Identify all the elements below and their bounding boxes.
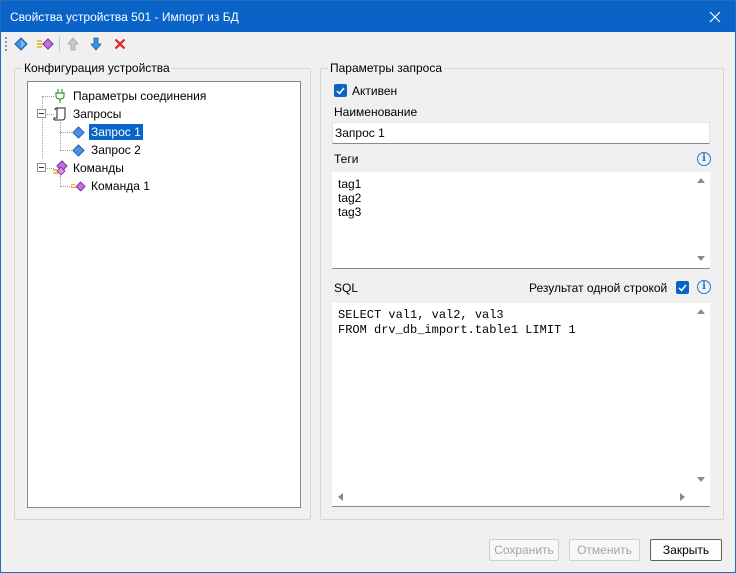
tree-line	[60, 176, 61, 186]
tree-item-queries[interactable]: Запросы	[52, 105, 123, 123]
name-label: Наименование	[334, 105, 418, 119]
collapse-commands-toggle[interactable]	[37, 163, 46, 172]
tree-item-label: Команды	[73, 161, 124, 175]
plug-icon	[52, 88, 68, 104]
single-row-checkbox[interactable]	[676, 281, 689, 294]
tree-item-commands[interactable]: Команды	[52, 159, 126, 177]
tree-item-label: Параметры соединения	[73, 89, 207, 103]
sql-vertical-scrollbar[interactable]	[693, 303, 710, 489]
tags-text: tag1 tag2 tag3	[338, 177, 362, 219]
tree-item-query-1[interactable]: Запрос 1	[70, 123, 143, 141]
toolbar-separator	[59, 36, 60, 52]
tags-info-icon[interactable]: i	[697, 152, 711, 166]
toolbar-grip	[5, 37, 7, 51]
commands-icon	[52, 160, 68, 176]
window-title: Свойства устройства 501 - Импорт из БД	[10, 10, 239, 24]
single-row-label: Результат одной строкой	[529, 281, 668, 295]
title-bar: Свойства устройства 501 - Импорт из БД	[1, 1, 735, 32]
add-command-button[interactable]	[36, 35, 54, 53]
purple-diamond-icon	[37, 38, 54, 50]
tree-item-label: Запросы	[73, 107, 122, 121]
checkmark-icon	[336, 87, 345, 95]
sql-label: SQL	[334, 281, 359, 295]
tags-vertical-scrollbar[interactable]	[693, 172, 710, 268]
blue-diamond-icon	[14, 37, 28, 51]
delete-button[interactable]	[111, 35, 129, 53]
purple-diamond-icon	[70, 178, 86, 194]
tree-item-label: Запрос 2	[91, 143, 141, 157]
move-up-button[interactable]	[64, 35, 82, 53]
add-query-button[interactable]	[12, 35, 30, 53]
cancel-button[interactable]: Отменить	[569, 539, 640, 561]
close-icon	[709, 11, 721, 22]
tree-item-label: Запрос 1	[89, 124, 143, 140]
config-group: Конфигурация устройства Параметры соедин…	[14, 61, 311, 520]
scroll-left-arrow-icon[interactable]	[338, 493, 343, 501]
toolbar	[1, 32, 735, 56]
close-button[interactable]: Закрыть	[650, 539, 722, 561]
dialog-window: Свойства устройства 501 - Импорт из БД К…	[0, 0, 736, 573]
arrow-up-icon	[67, 37, 79, 51]
query-params-group-label: Параметры запроса	[328, 61, 444, 75]
query-params-group: Параметры запроса Активен Наименование З…	[320, 61, 724, 520]
active-label: Активен	[352, 84, 398, 98]
tree-item-query-2[interactable]: Запрос 2	[70, 141, 143, 159]
config-group-label: Конфигурация устройства	[22, 61, 172, 75]
scroll-down-arrow-icon[interactable]	[697, 477, 705, 482]
tree-item-command-1[interactable]: Команда 1	[70, 177, 152, 195]
script-icon	[52, 106, 68, 122]
tags-textarea[interactable]: tag1 tag2 tag3	[332, 172, 710, 269]
active-checkbox[interactable]	[334, 84, 347, 97]
blue-diamond-icon	[70, 124, 86, 140]
name-input[interactable]: Запрос 1	[332, 122, 710, 144]
sql-info-icon[interactable]: i	[697, 280, 711, 294]
blue-diamond-icon	[70, 142, 86, 158]
tree-line	[42, 96, 43, 158]
scroll-up-arrow-icon[interactable]	[697, 178, 705, 183]
close-window-button[interactable]	[695, 1, 735, 32]
delete-x-icon	[114, 38, 126, 50]
sql-text: SELECT val1, val2, val3 FROM drv_db_impo…	[338, 308, 576, 337]
tree-item-connection-params[interactable]: Параметры соединения	[52, 87, 208, 105]
move-down-button[interactable]	[87, 35, 105, 53]
sql-horizontal-scrollbar[interactable]	[332, 489, 693, 506]
sql-editor[interactable]: SELECT val1, val2, val3 FROM drv_db_impo…	[332, 303, 710, 507]
collapse-queries-toggle[interactable]	[37, 109, 46, 118]
tags-label: Теги	[334, 152, 359, 166]
checkmark-icon	[678, 284, 687, 292]
arrow-down-icon	[90, 37, 102, 51]
save-button[interactable]: Сохранить	[489, 539, 559, 561]
tree-line	[60, 122, 61, 150]
scroll-down-arrow-icon[interactable]	[697, 256, 705, 261]
scroll-right-arrow-icon[interactable]	[680, 493, 685, 501]
scroll-up-arrow-icon[interactable]	[697, 309, 705, 314]
tree-item-label: Команда 1	[91, 179, 150, 193]
config-tree[interactable]: Параметры соединения Запросы Запрос 1 За…	[27, 81, 301, 508]
